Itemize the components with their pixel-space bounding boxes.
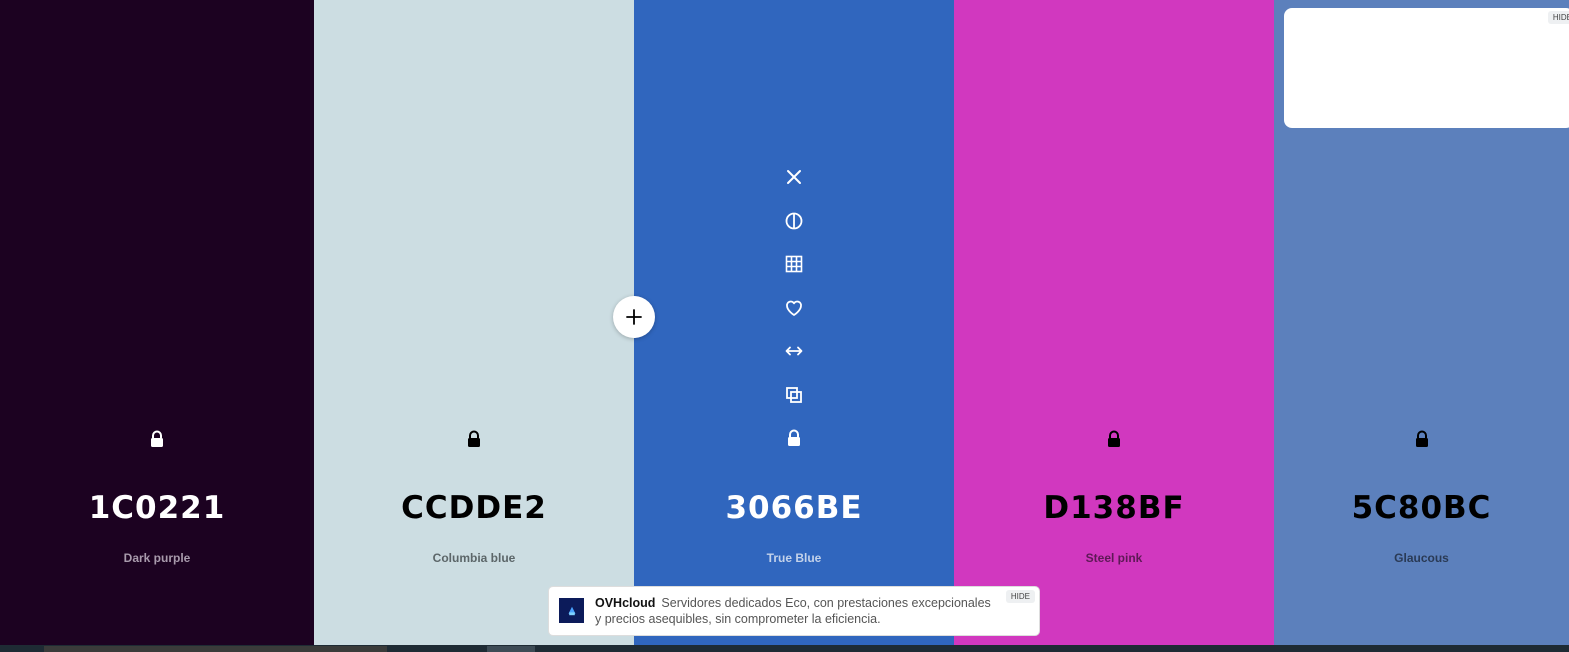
swatch-4[interactable]: D138BF Steel pink [954, 0, 1274, 645]
color-hex[interactable]: CCDDE2 [314, 490, 634, 526]
color-hex[interactable]: 1C0221 [0, 490, 314, 526]
color-name[interactable]: Dark purple [0, 551, 314, 565]
lock-icon[interactable] [1097, 422, 1131, 456]
ad-brand: OVHcloud [595, 596, 656, 610]
copy-icon[interactable] [777, 378, 811, 412]
taskbar [0, 645, 1569, 652]
close-icon[interactable] [777, 160, 811, 194]
lock-icon[interactable] [1405, 422, 1439, 456]
contrast-icon[interactable] [777, 204, 811, 238]
heart-icon[interactable] [777, 291, 811, 325]
swap-icon[interactable] [777, 334, 811, 368]
ad-banner-bottom[interactable]: OVHcloud Servidores dedicados Eco, con pr… [549, 587, 1039, 635]
color-name[interactable]: Glaucous [1274, 551, 1569, 565]
swatch-2[interactable]: CCDDE2 Columbia blue [314, 0, 634, 645]
lock-icon[interactable] [140, 422, 174, 456]
swatch-1[interactable]: 1C0221 Dark purple [0, 0, 314, 645]
add-color-button[interactable] [613, 296, 655, 338]
hide-ad-button[interactable]: HIDE [1005, 590, 1035, 603]
hide-ad-button[interactable]: HIDE [1547, 11, 1569, 24]
taskbar-app-item[interactable] [487, 646, 535, 652]
ad-logo [559, 598, 584, 623]
ad-text: OVHcloud Servidores dedicados Eco, con pr… [595, 595, 995, 627]
color-name[interactable]: True Blue [634, 551, 954, 565]
grid-icon[interactable] [777, 247, 811, 281]
color-hex[interactable]: D138BF [954, 490, 1274, 526]
color-hex[interactable]: 5C80BC [1274, 490, 1569, 526]
color-name[interactable]: Columbia blue [314, 551, 634, 565]
color-hex[interactable]: 3066BE [634, 490, 954, 526]
plus-icon [626, 309, 642, 325]
color-name[interactable]: Steel pink [954, 551, 1274, 565]
lock-icon[interactable] [777, 421, 811, 455]
swatch-3[interactable]: 3066BE True Blue [634, 0, 954, 645]
lock-icon[interactable] [457, 422, 491, 456]
ad-banner-top: HIDE [1284, 8, 1569, 128]
taskbar-app-item[interactable] [44, 646, 387, 652]
